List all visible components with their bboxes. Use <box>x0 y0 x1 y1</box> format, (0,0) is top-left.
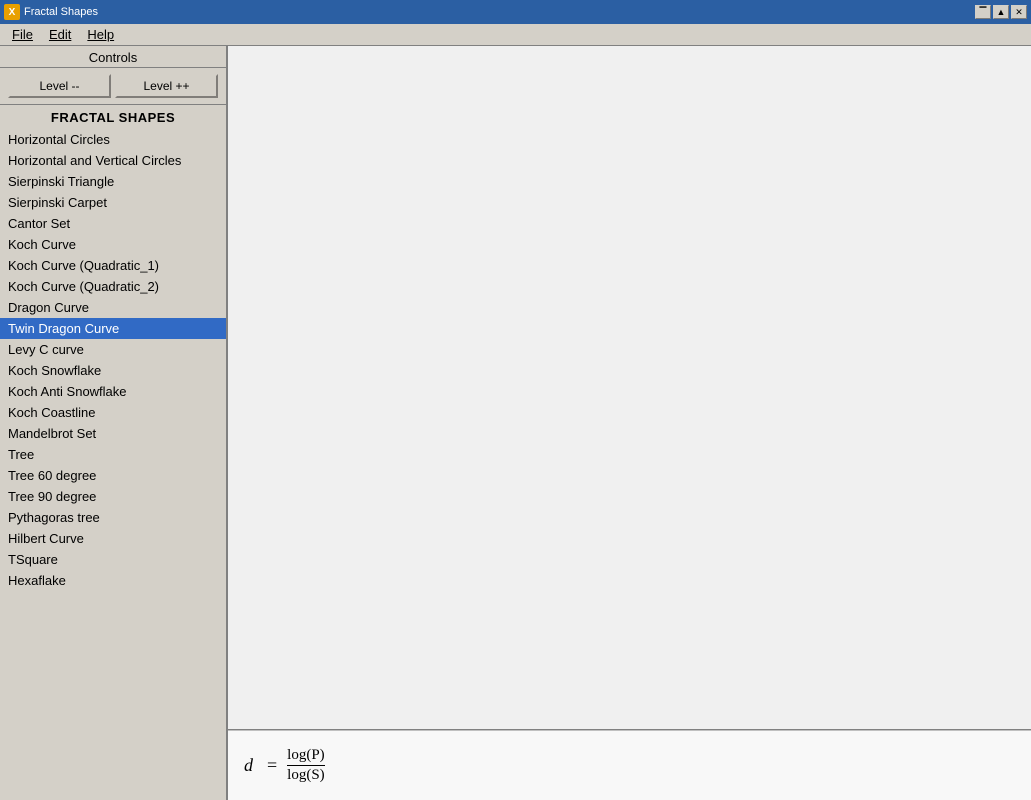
shape-item[interactable]: Koch Curve <box>0 234 226 255</box>
window-controls: ▔ ▲ ✕ <box>975 5 1027 19</box>
app-icon-label: X <box>9 7 16 18</box>
shape-item[interactable]: Koch Curve (Quadratic_1) <box>0 255 226 276</box>
level-decrease-button[interactable]: Level -- <box>8 74 111 98</box>
shape-item[interactable]: Koch Anti Snowflake <box>0 381 226 402</box>
formula-numerator: log(P) <box>287 747 325 766</box>
menu-edit[interactable]: Edit <box>41 25 79 44</box>
menu-file-label: File <box>12 27 33 42</box>
formula-d: d <box>244 755 253 776</box>
fractal-formula: d = log(P) log(S) <box>244 747 325 784</box>
shape-item[interactable]: Levy C curve <box>0 339 226 360</box>
menu-file[interactable]: File <box>4 25 41 44</box>
close-button[interactable]: ✕ <box>1011 5 1027 19</box>
shape-item[interactable]: Koch Snowflake <box>0 360 226 381</box>
formula-fraction: log(P) log(S) <box>287 747 325 784</box>
shape-item[interactable]: Tree 90 degree <box>0 486 226 507</box>
shape-item[interactable]: Cantor Set <box>0 213 226 234</box>
level-increase-button[interactable]: Level ++ <box>115 74 218 98</box>
canvas-area <box>228 46 1031 730</box>
shape-item[interactable]: Pythagoras tree <box>0 507 226 528</box>
shape-item[interactable]: Dragon Curve <box>0 297 226 318</box>
app-icon: X <box>4 4 20 20</box>
shape-item[interactable]: Hilbert Curve <box>0 528 226 549</box>
shape-item[interactable]: Koch Curve (Quadratic_2) <box>0 276 226 297</box>
window-title: Fractal Shapes <box>24 6 971 18</box>
menu-bar: File Edit Help <box>0 24 1031 46</box>
formula-equals: = <box>267 755 277 776</box>
formula-denominator: log(S) <box>287 766 325 784</box>
menu-help[interactable]: Help <box>79 25 122 44</box>
maximize-button[interactable]: ▲ <box>993 5 1009 19</box>
controls-label: Controls <box>0 46 226 68</box>
shape-item[interactable]: Sierpinski Triangle <box>0 171 226 192</box>
minimize-button[interactable]: ▔ <box>975 5 991 19</box>
shape-item[interactable]: Tree <box>0 444 226 465</box>
menu-help-label: Help <box>87 27 114 42</box>
shape-item[interactable]: Horizontal Circles <box>0 129 226 150</box>
shape-item[interactable]: TSquare <box>0 549 226 570</box>
shape-list: Horizontal CirclesHorizontal and Vertica… <box>0 129 226 800</box>
menu-edit-label: Edit <box>49 27 71 42</box>
title-bar: X Fractal Shapes ▔ ▲ ✕ <box>0 0 1031 24</box>
fractal-shapes-header: FRACTAL SHAPES <box>0 105 226 129</box>
level-buttons-container: Level -- Level ++ <box>0 68 226 105</box>
shape-item[interactable]: Hexaflake <box>0 570 226 591</box>
shape-item[interactable]: Horizontal and Vertical Circles <box>0 150 226 171</box>
sidebar: Controls Level -- Level ++ FRACTAL SHAPE… <box>0 46 228 800</box>
shape-item[interactable]: Twin Dragon Curve <box>0 318 226 339</box>
shape-item[interactable]: Koch Coastline <box>0 402 226 423</box>
shape-item[interactable]: Tree 60 degree <box>0 465 226 486</box>
shape-item[interactable]: Mandelbrot Set <box>0 423 226 444</box>
main-layout: Controls Level -- Level ++ FRACTAL SHAPE… <box>0 46 1031 800</box>
content-area: d = log(P) log(S) <box>228 46 1031 800</box>
formula-bar: d = log(P) log(S) <box>228 730 1031 800</box>
shape-item[interactable]: Sierpinski Carpet <box>0 192 226 213</box>
